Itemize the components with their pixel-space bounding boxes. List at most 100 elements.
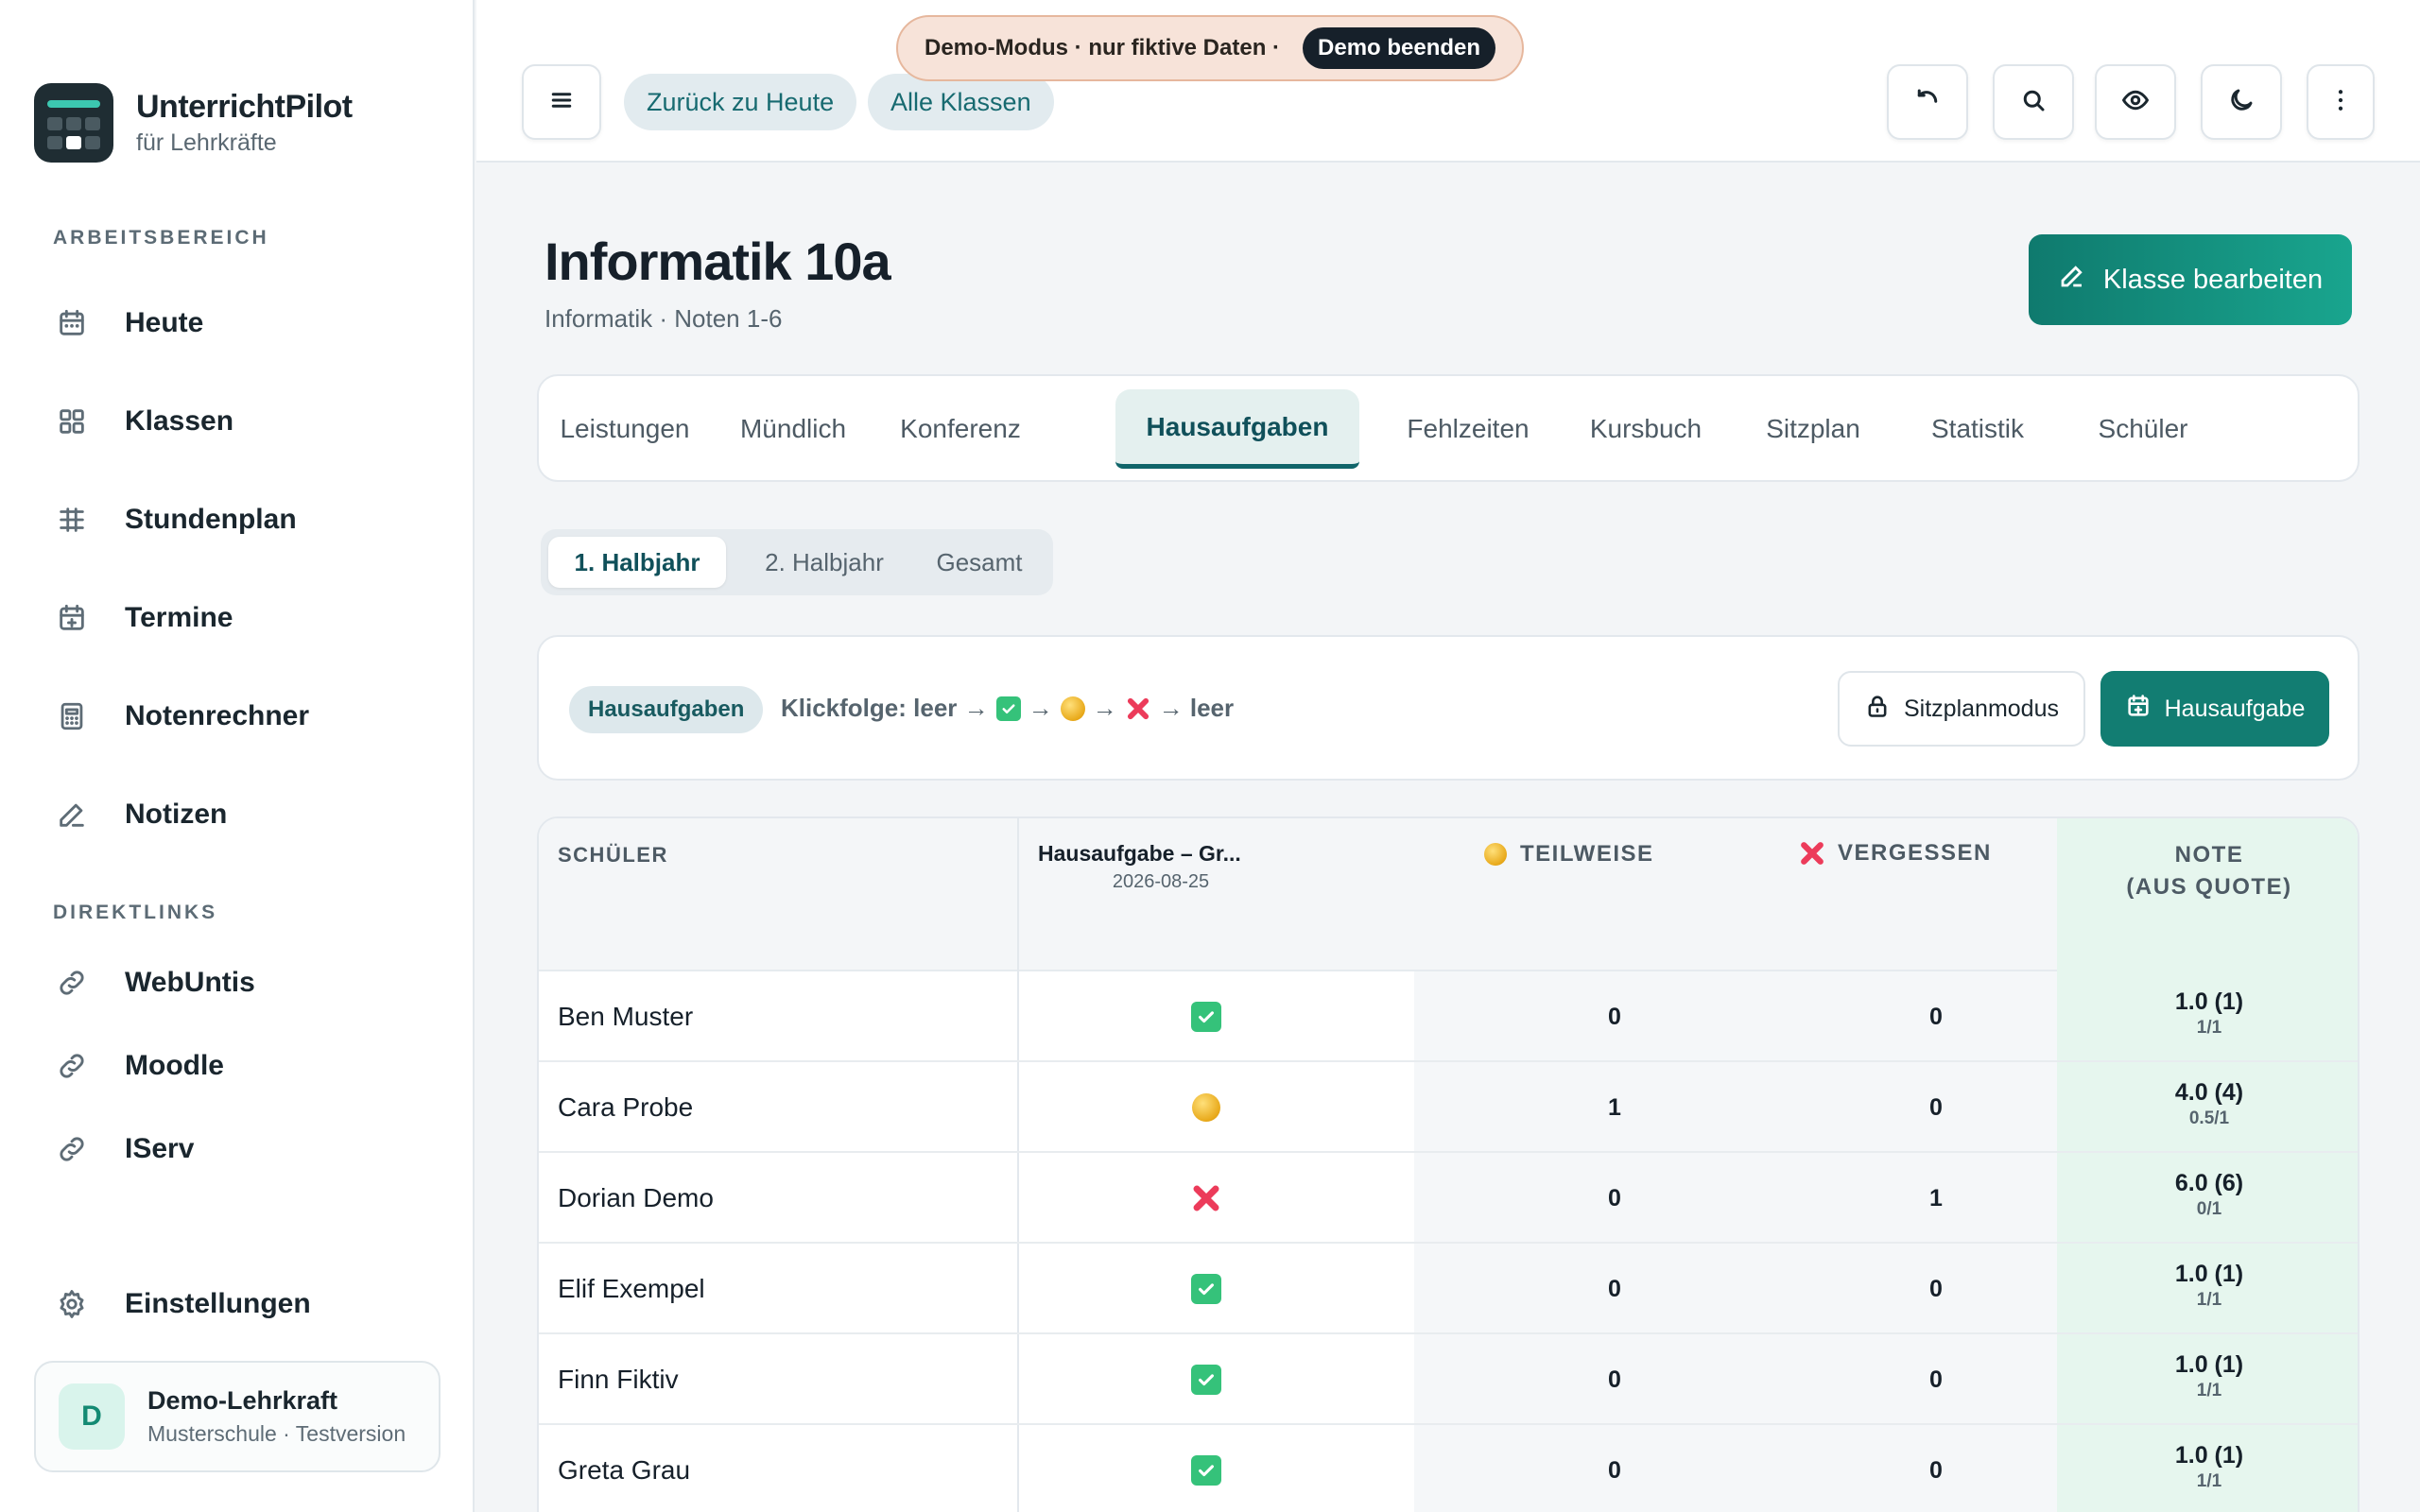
cross-icon bbox=[1190, 1182, 1222, 1214]
grid-icon bbox=[53, 403, 91, 440]
tab-kursbuch[interactable]: Kursbuch bbox=[1575, 389, 1717, 469]
sidebar-item-klassen[interactable]: Klassen bbox=[53, 393, 233, 450]
check-icon bbox=[1191, 1002, 1221, 1032]
grade-cell: 1.0 (1) 1/1 bbox=[2057, 1351, 2358, 1401]
half-1-option[interactable]: 1. Halbjahr bbox=[548, 537, 726, 588]
homework-status-cell[interactable] bbox=[1184, 1448, 1229, 1493]
column-header-forgotten: VERGESSEN bbox=[1798, 839, 1992, 868]
sidebar-item-einstellungen[interactable]: Einstellungen bbox=[53, 1276, 311, 1332]
half-2-option[interactable]: 2. Halbjahr bbox=[735, 537, 913, 588]
sidebar-item-stundenplan[interactable]: Stundenplan bbox=[53, 491, 297, 548]
student-name: Ben Muster bbox=[558, 1002, 694, 1031]
sidebar-item-notenrechner[interactable]: Notenrechner bbox=[53, 688, 309, 745]
add-homework-label: Hausaufgabe bbox=[2164, 695, 2306, 722]
back-to-today-button[interactable]: Zurück zu Heute bbox=[624, 74, 857, 130]
tab-leistungen[interactable]: Leistungen bbox=[554, 389, 696, 469]
class-tabs: Leistungen Mündlich Konferenz Hausaufgab… bbox=[537, 374, 2360, 482]
more-options-button[interactable] bbox=[2307, 64, 2375, 140]
user-profile-card[interactable]: D Demo-Lehrkraft Musterschule · Testvers… bbox=[34, 1361, 441, 1472]
demo-mode-banner: Demo-Modus · nur fiktive Daten · Demo be… bbox=[896, 15, 1525, 81]
homework-status-cell[interactable] bbox=[1184, 1357, 1229, 1402]
tab-sitzplan[interactable]: Sitzplan bbox=[1747, 389, 1879, 469]
column-header-grade-line2: (AUS QUOTE) bbox=[2126, 874, 2292, 900]
add-homework-button[interactable]: Hausaufgabe bbox=[2100, 671, 2329, 747]
undo-icon bbox=[1913, 86, 1942, 119]
partial-coin-icon bbox=[1060, 696, 1085, 721]
grade-ratio: 0.5/1 bbox=[2188, 1108, 2230, 1128]
homework-status-cell[interactable] bbox=[1184, 1085, 1229, 1130]
sidebar-item-termine[interactable]: Termine bbox=[53, 590, 233, 646]
brand[interactable]: UnterrichtPilot für Lehrkräfte bbox=[34, 83, 353, 163]
grade-value: 1.0 (1) bbox=[2174, 1442, 2244, 1469]
sidebar-item-label: Einstellungen bbox=[125, 1288, 311, 1319]
forgotten-count: 0 bbox=[1929, 1275, 1943, 1302]
sidebar-item-notizen[interactable]: Notizen bbox=[53, 786, 227, 843]
grade-ratio: 1/1 bbox=[2196, 1290, 2222, 1310]
table-row: Dorian Demo 0 1 6.0 (6) 0/1 bbox=[539, 1153, 2358, 1244]
column-header-grade: NOTE (AUS QUOTE) bbox=[2057, 839, 2358, 903]
check-icon bbox=[1191, 1274, 1221, 1304]
sidebar-link-label: Moodle bbox=[125, 1050, 224, 1081]
tab-hausaufgaben[interactable]: Hausaufgaben bbox=[1115, 389, 1359, 469]
sidebar-link-moodle[interactable]: Moodle bbox=[53, 1038, 224, 1094]
timetable-icon bbox=[53, 501, 91, 539]
forgotten-count: 0 bbox=[1929, 1093, 1943, 1121]
sidebar-item-heute[interactable]: Heute bbox=[53, 295, 203, 352]
homework-status-cell[interactable] bbox=[1184, 1176, 1229, 1221]
click-sequence-hint: Klickfolge: leer → → → → leer bbox=[781, 694, 1234, 723]
partial-count: 1 bbox=[1608, 1093, 1621, 1121]
dark-mode-toggle[interactable] bbox=[2201, 64, 2282, 140]
student-name: Cara Probe bbox=[558, 1092, 694, 1122]
homework-toolbar: Hausaufgaben Klickfolge: leer → → → → le… bbox=[537, 635, 2360, 781]
check-icon bbox=[1191, 1455, 1221, 1486]
check-icon bbox=[1191, 1365, 1221, 1395]
undo-button[interactable] bbox=[1887, 64, 1968, 140]
menu-button[interactable] bbox=[522, 64, 601, 140]
tab-muendlich[interactable]: Mündlich bbox=[722, 389, 864, 469]
tab-fehlzeiten[interactable]: Fehlzeiten bbox=[1390, 389, 1547, 469]
sidebar-link-webuntis[interactable]: WebUntis bbox=[53, 954, 255, 1011]
calculator-icon bbox=[53, 697, 91, 735]
homework-status-cell[interactable] bbox=[1184, 1266, 1229, 1312]
search-button[interactable] bbox=[1993, 64, 2074, 140]
forgotten-count: 0 bbox=[1929, 1456, 1943, 1484]
section-label-workspace: ARBEITSBEREICH bbox=[53, 227, 269, 249]
homework-status-cell[interactable] bbox=[1184, 994, 1229, 1040]
preview-button[interactable] bbox=[2095, 64, 2176, 140]
page-title: Informatik 10a bbox=[544, 232, 891, 291]
sidebar: UnterrichtPilot für Lehrkräfte ARBEITSBE… bbox=[0, 0, 475, 1512]
tab-statistik[interactable]: Statistik bbox=[1911, 389, 2044, 469]
tab-konferenz[interactable]: Konferenz bbox=[881, 389, 1040, 469]
total-option[interactable]: Gesamt bbox=[913, 537, 1046, 588]
student-name: Greta Grau bbox=[558, 1455, 691, 1485]
sidebar-link-iserv[interactable]: IServ bbox=[53, 1121, 194, 1177]
profile-name: Demo-Lehrkraft bbox=[147, 1386, 338, 1415]
seating-mode-button[interactable]: Sitzplanmodus bbox=[1838, 671, 2085, 747]
calendar-icon bbox=[53, 304, 91, 342]
tab-schueler[interactable]: Schüler bbox=[2072, 389, 2214, 469]
grade-ratio: 1/1 bbox=[2196, 1381, 2222, 1400]
sidebar-item-label: Heute bbox=[125, 307, 204, 338]
partial-count: 0 bbox=[1608, 1184, 1621, 1211]
edit-class-button[interactable]: Klasse bearbeiten bbox=[2029, 234, 2352, 325]
avatar: D bbox=[59, 1383, 125, 1450]
end-demo-button[interactable]: Demo beenden bbox=[1303, 27, 1496, 69]
half-year-selector: 1. Halbjahr 2. Halbjahr Gesamt bbox=[541, 529, 1053, 595]
sequence-arrow: → bbox=[1028, 694, 1053, 722]
eye-icon bbox=[2121, 86, 2150, 119]
sidebar-item-label: Notenrechner bbox=[125, 700, 310, 731]
column-header-assignment[interactable]: Hausaufgabe – Gr... bbox=[1038, 841, 1397, 867]
link-icon bbox=[53, 1130, 91, 1168]
assignment-date: 2026-08-25 bbox=[1112, 871, 1210, 892]
grade-value: 1.0 (1) bbox=[2174, 1261, 2244, 1287]
partial-count: 0 bbox=[1608, 1456, 1621, 1484]
edit-class-label: Klasse bearbeiten bbox=[2102, 264, 2324, 295]
all-classes-button[interactable]: Alle Klassen bbox=[868, 74, 1054, 130]
partial-count: 0 bbox=[1608, 1275, 1621, 1302]
more-vertical-icon bbox=[2326, 86, 2355, 119]
link-icon bbox=[53, 1047, 91, 1085]
demo-mode-text: Demo-Modus · nur fiktive Daten · bbox=[925, 35, 1281, 60]
cross-icon bbox=[1798, 839, 1826, 868]
app-subtitle: für Lehrkräfte bbox=[136, 129, 277, 156]
column-header-forgotten-label: VERGESSEN bbox=[1838, 840, 1992, 866]
